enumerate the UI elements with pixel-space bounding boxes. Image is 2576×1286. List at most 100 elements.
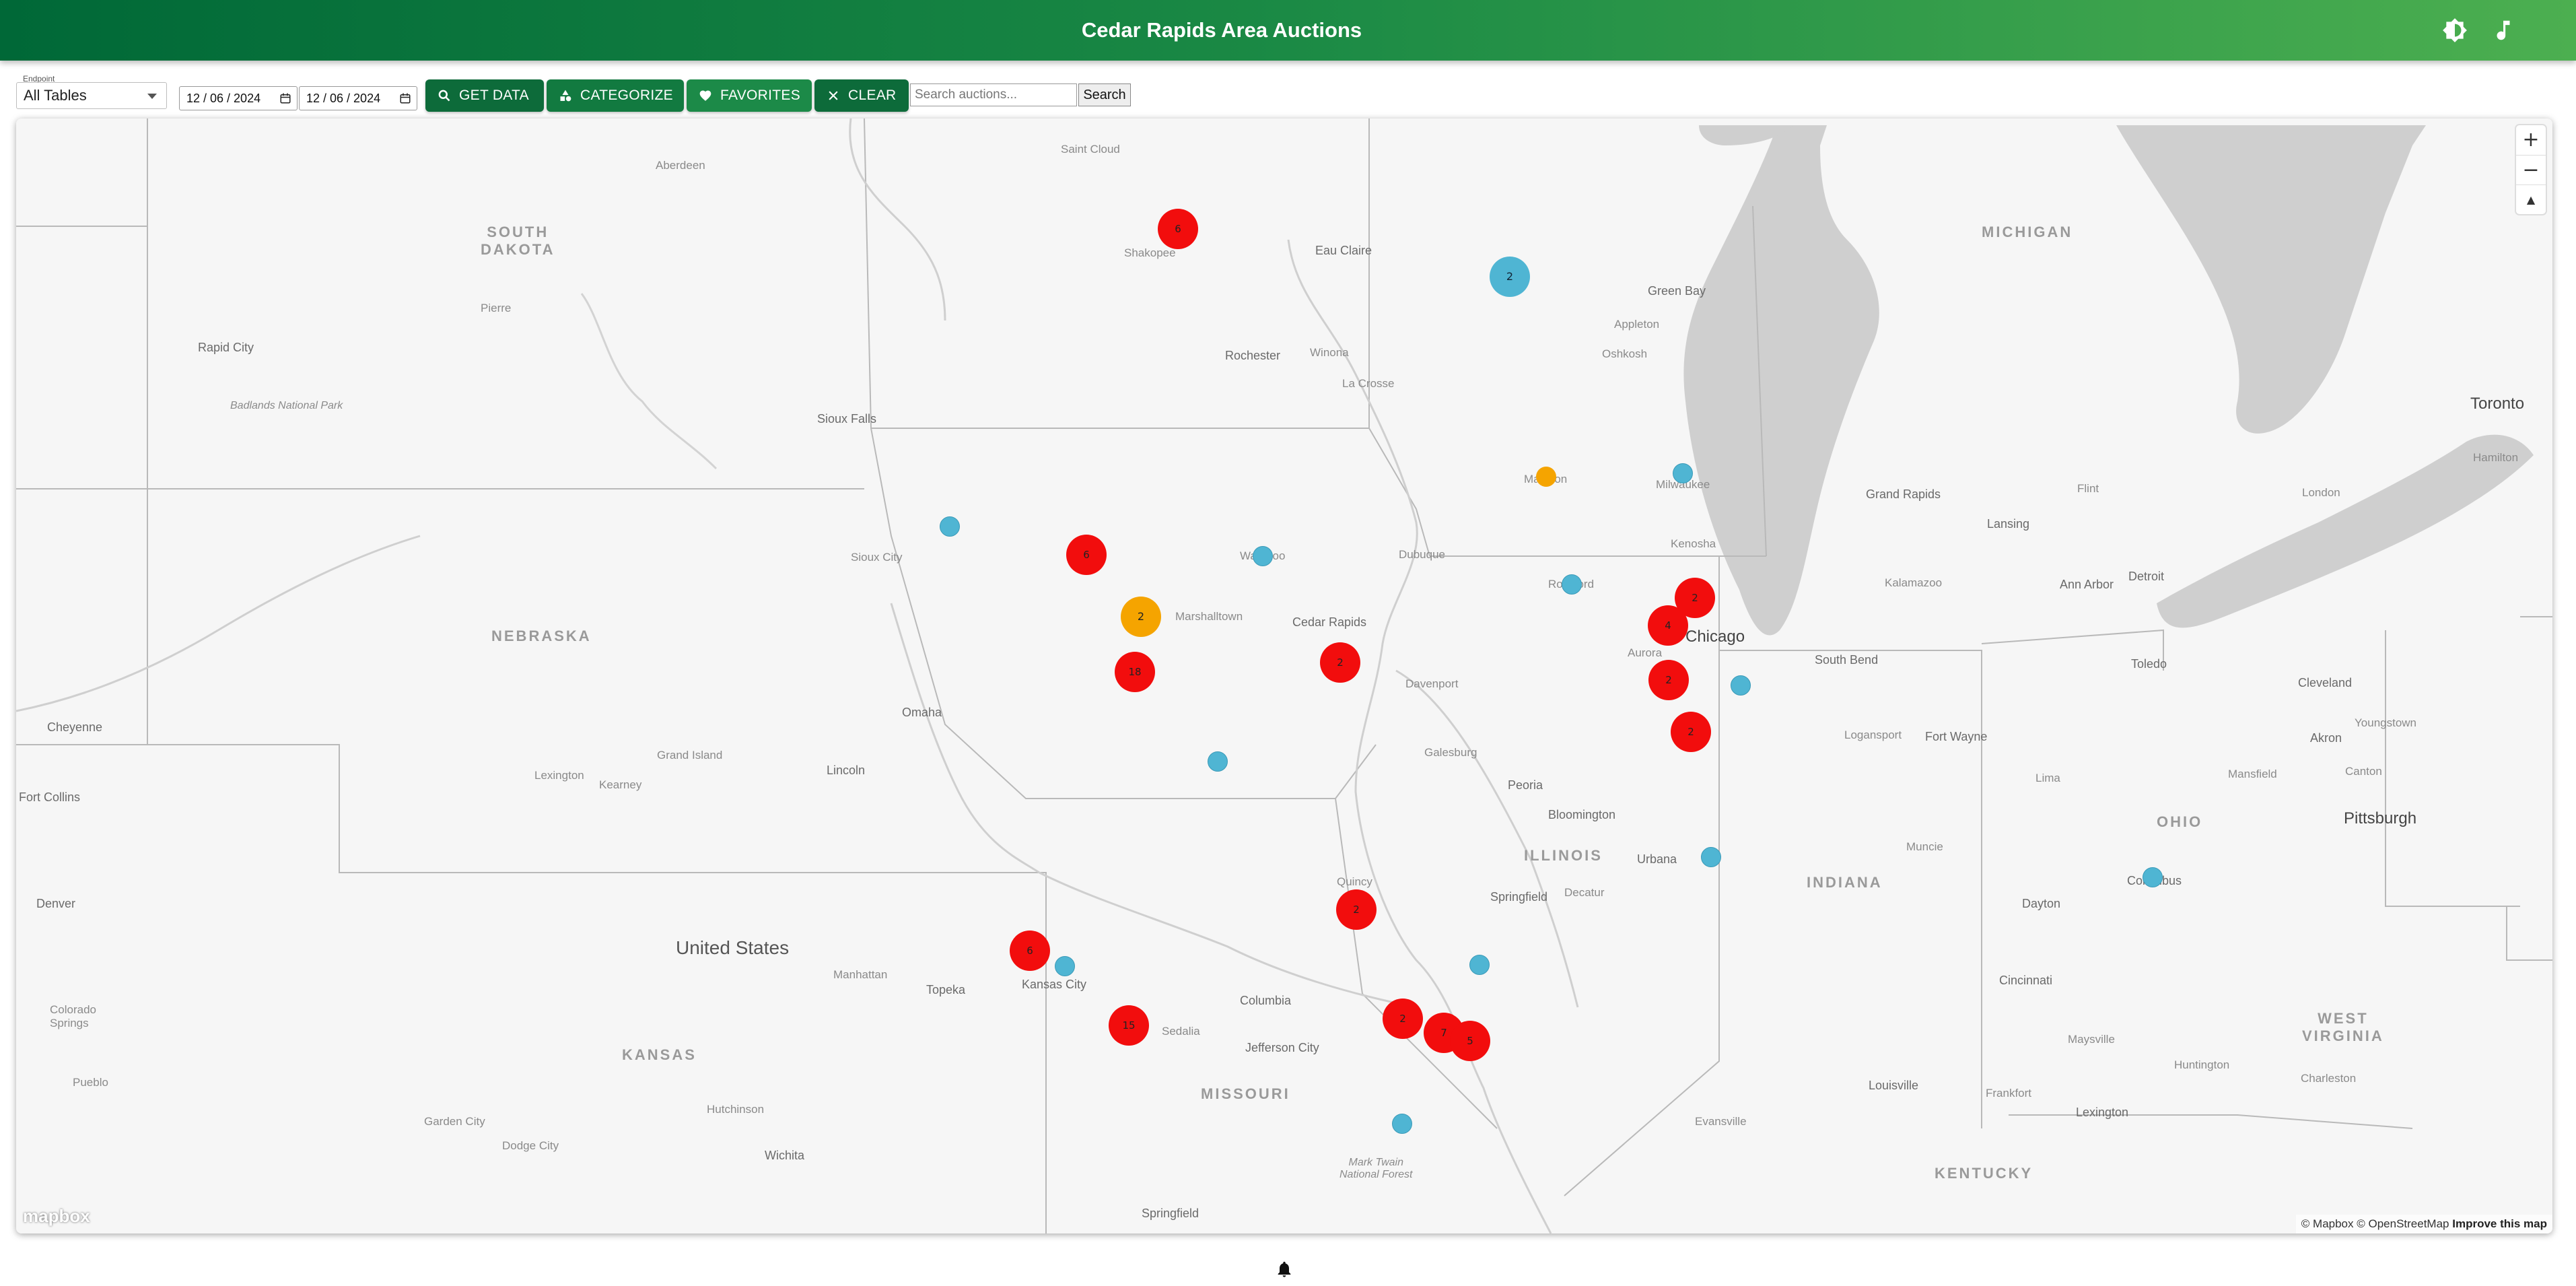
label-decatur: Decatur xyxy=(1564,886,1605,899)
marker-kansas-city[interactable] xyxy=(1055,956,1075,976)
zoom-in-button[interactable]: + xyxy=(2516,125,2546,155)
label-mark-twain: Mark Twain National Forest xyxy=(1339,1157,1413,1180)
start-date-input[interactable]: 12 / 06 / 2024 xyxy=(179,86,298,110)
categorize-label: CATEGORIZE xyxy=(580,88,673,103)
label-muncie: Muncie xyxy=(1906,840,1943,853)
heart-icon xyxy=(699,90,711,101)
marker-shakopee[interactable]: 6 xyxy=(1158,209,1198,249)
categorize-button[interactable]: CATEGORIZE xyxy=(547,79,684,112)
marker-madison[interactable] xyxy=(1536,467,1556,487)
label-lincoln: Lincoln xyxy=(827,764,866,777)
marker-springfield-il-south[interactable] xyxy=(1469,955,1490,975)
marker-eau-claire-east[interactable]: 2 xyxy=(1490,257,1530,297)
marker-ottumwa[interactable] xyxy=(1208,751,1228,772)
get-data-button[interactable]: GET DATA xyxy=(425,79,544,112)
label-cheyenne: Cheyenne xyxy=(47,720,103,734)
brightness-icon[interactable] xyxy=(2442,18,2468,43)
label-flint: Flint xyxy=(2077,482,2099,495)
marker-joliet[interactable]: 2 xyxy=(1671,712,1711,752)
label-sioux-falls: Sioux Falls xyxy=(817,412,877,426)
label-shakopee: Shakopee xyxy=(1124,246,1176,259)
calendar-icon[interactable] xyxy=(279,92,291,104)
toolbar: Endpoint All Tables 12 / 06 / 2024 12 / … xyxy=(16,74,2561,112)
label-kentucky: KENTUCKY xyxy=(1935,1165,2033,1182)
label-toronto: Toronto xyxy=(2470,395,2525,413)
label-ann-arbor: Ann Arbor xyxy=(2060,578,2114,591)
auction-map[interactable]: SOUTH DAKOTA NEBRASKA KANSAS MISSOURI IL… xyxy=(16,119,2552,1233)
compass-icon[interactable]: ▲ xyxy=(2516,184,2546,214)
label-cedar-rapids: Cedar Rapids xyxy=(1292,615,1367,629)
endpoint-select[interactable]: All Tables xyxy=(16,82,167,109)
label-garden-city: Garden City xyxy=(424,1115,485,1128)
label-rochester: Rochester xyxy=(1225,349,1281,362)
marker-urbana[interactable] xyxy=(1701,847,1721,867)
map-base xyxy=(16,119,2552,1233)
end-date-input[interactable]: 12 / 06 / 2024 xyxy=(299,86,417,110)
label-topeka: Topeka xyxy=(926,983,966,996)
favorites-button[interactable]: FAVORITES xyxy=(687,79,812,112)
marker-aurora[interactable]: 2 xyxy=(1648,660,1689,700)
label-pueblo: Pueblo xyxy=(73,1076,108,1089)
attribution-text[interactable]: © Mapbox © OpenStreetMap xyxy=(2301,1217,2449,1230)
label-illinois: ILLINOIS xyxy=(1524,847,1603,864)
label-hamilton: Hamilton xyxy=(2473,451,2519,464)
bell-icon[interactable] xyxy=(1275,1259,1294,1279)
label-mansfield: Mansfield xyxy=(2228,768,2277,780)
label-frankfort: Frankfort xyxy=(1986,1087,2032,1099)
label-louisville: Louisville xyxy=(1869,1079,1919,1092)
label-fort-collins: Fort Collins xyxy=(19,790,81,804)
label-evansville: Evansville xyxy=(1695,1115,1747,1128)
music-note-icon[interactable] xyxy=(2491,18,2516,43)
end-date-value: 12 / 06 / 2024 xyxy=(306,92,381,105)
marker-fort-dodge[interactable]: 6 xyxy=(1066,535,1107,575)
clear-button[interactable]: CLEAR xyxy=(814,79,909,112)
label-colorado-springs: Colorado Springs xyxy=(50,1003,96,1029)
search-input[interactable] xyxy=(910,83,1077,106)
label-missouri: MISSOURI xyxy=(1201,1085,1290,1102)
marker-marshalltown[interactable]: 2 xyxy=(1121,597,1161,637)
marker-rockford[interactable] xyxy=(1562,574,1582,595)
label-kearney: Kearney xyxy=(599,778,642,791)
label-green-bay: Green Bay xyxy=(1648,284,1706,298)
get-data-label: GET DATA xyxy=(459,88,529,103)
label-manhattan: Manhattan xyxy=(833,968,888,981)
marker-st-joseph[interactable]: 6 xyxy=(1010,930,1050,971)
label-michigan: MICHIGAN xyxy=(1982,224,2073,240)
marker-mark-twain[interactable] xyxy=(1392,1114,1412,1134)
zoom-out-button[interactable]: − xyxy=(2516,155,2546,184)
marker-chicago-south[interactable] xyxy=(1731,675,1751,696)
clear-label: CLEAR xyxy=(848,88,897,103)
marker-milwaukee[interactable] xyxy=(1673,463,1693,483)
label-quincy: Quincy xyxy=(1337,875,1372,888)
label-galesburg: Galesburg xyxy=(1424,746,1477,759)
improve-map-link[interactable]: Improve this map xyxy=(2452,1217,2547,1230)
marker-cedar-rapids[interactable]: 2 xyxy=(1320,642,1360,683)
label-springfield-il: Springfield xyxy=(1490,890,1548,904)
label-aberdeen: Aberdeen xyxy=(656,159,705,172)
label-dayton: Dayton xyxy=(2022,897,2061,910)
marker-quincy[interactable]: 2 xyxy=(1336,889,1377,930)
label-dodge-city: Dodge City xyxy=(502,1139,559,1152)
calendar-icon[interactable] xyxy=(399,92,411,104)
label-united-states: United States xyxy=(676,937,790,958)
marker-sioux-city-east[interactable] xyxy=(940,516,960,537)
marker-waterloo[interactable] xyxy=(1253,546,1273,566)
marker-chicago-west[interactable]: 4 xyxy=(1648,605,1688,646)
label-appleton: Appleton xyxy=(1614,318,1660,331)
label-youngstown: Youngstown xyxy=(2355,716,2417,729)
label-charleston: Charleston xyxy=(2301,1072,2357,1085)
label-wichita: Wichita xyxy=(765,1149,805,1162)
label-london: London xyxy=(2302,486,2340,499)
marker-st-louis-west[interactable]: 2 xyxy=(1383,999,1423,1039)
marker-des-moines[interactable]: 18 xyxy=(1115,652,1155,692)
marker-columbus[interactable] xyxy=(2143,867,2163,887)
chevron-down-icon xyxy=(147,94,157,99)
label-springfield-mo: Springfield xyxy=(1142,1207,1199,1220)
label-lansing: Lansing xyxy=(1987,517,2030,531)
label-sioux-city: Sioux City xyxy=(851,551,903,564)
page-title: Cedar Rapids Area Auctions xyxy=(1081,18,1362,42)
mapbox-logo[interactable]: mapbox xyxy=(23,1206,90,1227)
marker-sedalia[interactable]: 15 xyxy=(1109,1005,1149,1046)
search-button[interactable]: Search xyxy=(1078,83,1131,106)
marker-st-louis-east[interactable]: 5 xyxy=(1450,1021,1490,1061)
